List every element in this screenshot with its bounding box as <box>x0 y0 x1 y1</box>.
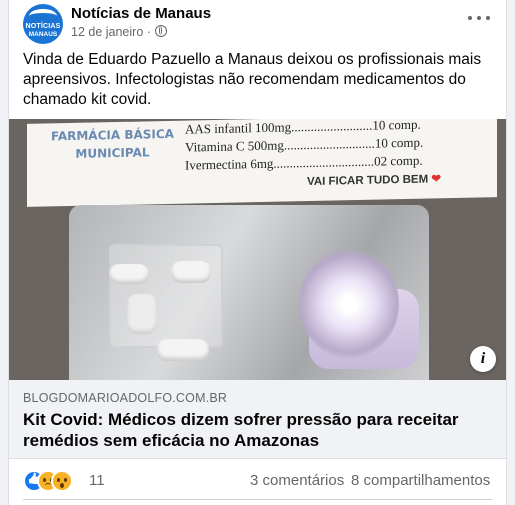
wow-face <box>53 472 71 490</box>
pharmacy-label-line2: MUNICIPAL <box>75 145 150 161</box>
more-options-button[interactable] <box>468 14 492 22</box>
pill <box>157 339 209 361</box>
avatar-brand-bottom: MANAUS <box>28 31 58 38</box>
post-date-link[interactable]: 12 de janeiro <box>71 25 143 39</box>
medication-list: AAS infantil 100mg......................… <box>185 119 495 175</box>
avatar-brand-top: NOTÍCIAS <box>25 23 61 30</box>
post-card: NOTÍCIAS MANAUS Notícias de Manaus 12 de… <box>8 0 507 505</box>
comments-link[interactable]: 3 comentários <box>250 472 344 489</box>
dot-icon <box>468 16 472 20</box>
note-text: VAI FICAR TUDO BEM <box>307 173 429 189</box>
pharmacy-label: FARMÁCIA BÁSICA MUNICIPAL <box>51 125 174 164</box>
reaction-count[interactable]: 11 <box>89 472 105 489</box>
dot-icon <box>486 16 490 20</box>
light-reflection <box>299 249 399 359</box>
link-preview-box[interactable]: BLOGDOMARIOADOLFO.COM.BR Kit Covid: Médi… <box>9 380 506 459</box>
link-preview-image[interactable]: FARMÁCIA BÁSICA MUNICIPAL AAS infantil 1… <box>9 119 506 380</box>
post-text: Vinda de Eduardo Pazuello a Manaus deixo… <box>23 51 482 108</box>
date-separator: · <box>146 25 151 39</box>
dot-icon <box>477 16 481 20</box>
pill <box>171 261 211 283</box>
page-avatar[interactable]: NOTÍCIAS MANAUS <box>23 4 63 44</box>
heart-icon: ❤ <box>431 173 442 186</box>
blister-pack <box>109 244 223 348</box>
post-meta: 12 de janeiro · <box>71 25 168 39</box>
pill <box>109 264 149 284</box>
link-headline[interactable]: Kit Covid: Médicos dizem sofrer pressão … <box>23 409 493 451</box>
prescription-paper: FARMÁCIA BÁSICA MUNICIPAL AAS infantil 1… <box>27 119 497 207</box>
pill <box>127 294 157 334</box>
link-domain: BLOGDOMARIOADOLFO.COM.BR <box>23 391 228 405</box>
globe-icon <box>155 25 168 37</box>
pharmacy-label-line1: FARMÁCIA BÁSICA <box>51 126 174 144</box>
divider <box>23 499 492 500</box>
info-icon[interactable]: i <box>470 346 496 372</box>
page-name-link[interactable]: Notícias de Manaus <box>71 5 211 22</box>
shares-link[interactable]: 8 compartilhamentos <box>351 472 490 489</box>
logo-swoosh <box>29 9 57 23</box>
wow-icon <box>51 470 73 492</box>
handwritten-note: VAI FICAR TUDO BEM ❤ <box>307 171 441 188</box>
